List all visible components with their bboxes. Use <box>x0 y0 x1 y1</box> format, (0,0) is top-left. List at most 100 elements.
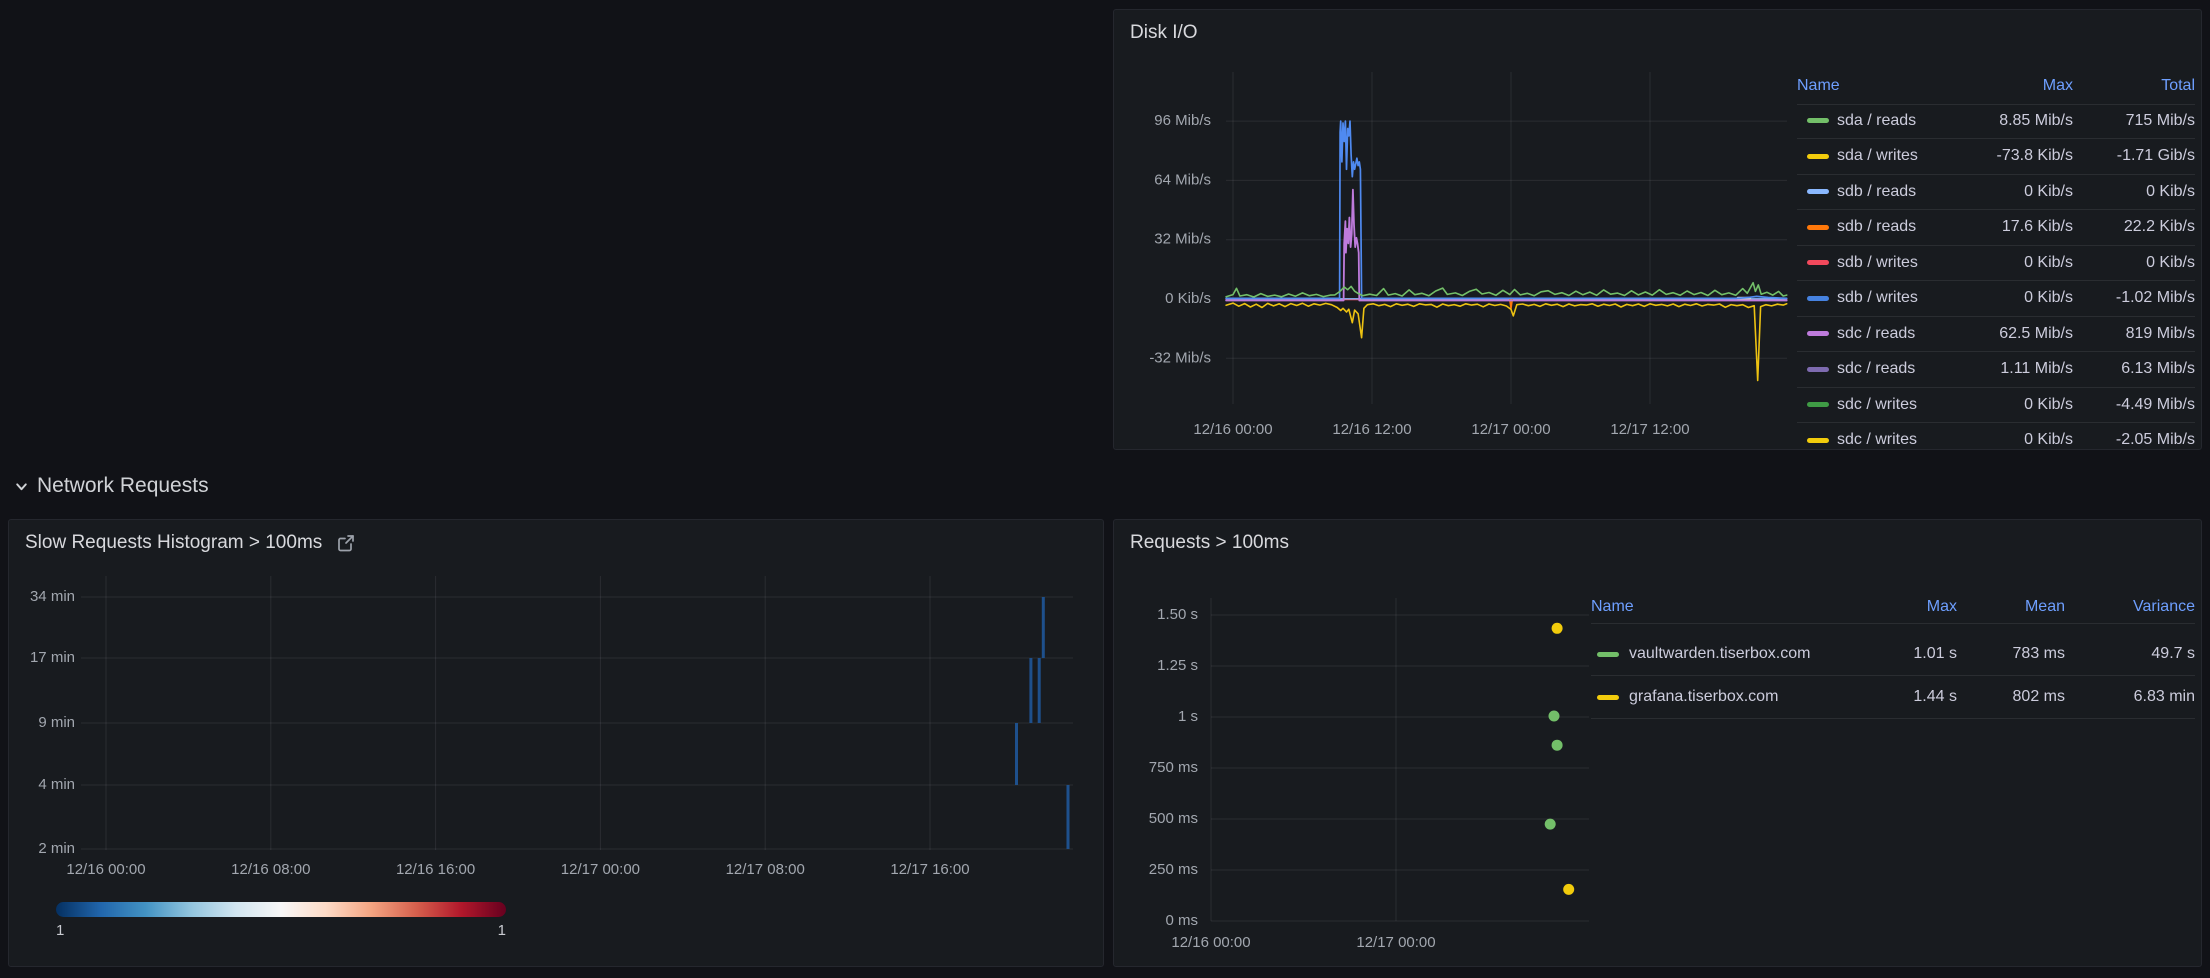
y-axis-label: 34 min <box>30 588 75 605</box>
y-axis-label: 96 Mib/s <box>1154 112 1211 129</box>
legend-value: -2.05 Mib/s <box>2073 423 2195 450</box>
x-axis-label: 12/16 08:00 <box>231 861 310 878</box>
legend-value: -73.8 Kib/s <box>1961 139 2073 175</box>
legend-header-total[interactable]: Total <box>2073 68 2195 105</box>
legend-value: 0 Kib/s <box>2073 175 2195 211</box>
series-color-swatch <box>1597 695 1619 700</box>
grafana-dashboard: Disk I/O 12/16 00:0012/16 12:0012/17 00:… <box>0 0 2210 978</box>
slow-requests-heatmap-chart[interactable]: 12/16 00:0012/16 08:0012/16 16:0012/17 0… <box>9 520 1104 967</box>
y-axis-label: 1.50 s <box>1157 606 1198 623</box>
legend-header-variance[interactable]: Variance <box>2065 590 2195 624</box>
legend-header-max[interactable]: Max <box>1961 68 2073 105</box>
legend-series-name[interactable]: sdb / reads <box>1837 210 1961 246</box>
x-axis-label: 12/17 08:00 <box>726 861 805 878</box>
x-axis-label: 12/16 00:00 <box>1171 934 1250 951</box>
series-color-swatch <box>1807 225 1829 230</box>
legend-series-name[interactable]: sdb / writes <box>1837 281 1961 317</box>
series-color-swatch <box>1807 438 1829 443</box>
heatmap-color-scale <box>56 902 506 917</box>
y-axis-label: 250 ms <box>1149 861 1198 878</box>
legend-value: 783 ms <box>1957 633 2065 676</box>
legend-series-name[interactable]: sdc / writes <box>1837 388 1961 424</box>
series-color-swatch <box>1597 652 1619 657</box>
legend-swatch-cell <box>1797 317 1837 353</box>
legend-header-name[interactable]: Name <box>1591 590 1839 624</box>
series-line <box>1226 190 1787 301</box>
series-color-swatch <box>1807 296 1829 301</box>
legend-value: 0 Kib/s <box>1961 281 2073 317</box>
y-axis-label: -32 Mib/s <box>1149 349 1211 366</box>
scatter-point[interactable] <box>1552 623 1563 634</box>
legend-value: 17.6 Kib/s <box>1961 210 2073 246</box>
panel-requests-100ms: Requests > 100ms 12/16 00:0012/17 00:001… <box>1113 519 2202 967</box>
legend-value: 0 Kib/s <box>1961 388 2073 424</box>
legend-value: 62.5 Mib/s <box>1961 317 2073 353</box>
legend-swatch-cell <box>1797 352 1837 388</box>
legend-swatch-cell <box>1797 423 1837 450</box>
heatmap-color-scale-labels: 1 1 <box>56 922 506 939</box>
legend-header-name[interactable]: Name <box>1797 68 1961 105</box>
legend-swatch-cell <box>1797 175 1837 211</box>
panel-slow-requests-histogram: Slow Requests Histogram > 100ms 12/16 00… <box>8 519 1104 967</box>
legend-series-name[interactable]: sdc / reads <box>1837 317 1961 353</box>
y-axis-label: 0 Kib/s <box>1165 290 1211 307</box>
legend-value: -1.02 Mib/s <box>2073 281 2195 317</box>
section-header-network-requests[interactable]: Network Requests <box>14 474 209 498</box>
legend-series-name[interactable]: grafana.tiserbox.com <box>1629 676 1839 719</box>
legend-swatch-cell <box>1797 210 1837 246</box>
legend-value: 1.44 s <box>1839 676 1957 719</box>
x-axis-label: 12/17 00:00 <box>1356 934 1435 951</box>
disk-io-legend: NameMaxTotal sda / reads8.85 Mib/s715 Mib… <box>1797 68 2195 450</box>
legend-series-name[interactable]: sda / writes <box>1837 139 1961 175</box>
requests-legend: NameMaxMeanVariance vaultwarden.tiserbox.… <box>1591 590 2195 719</box>
scatter-point[interactable] <box>1549 711 1560 722</box>
legend-header-mean[interactable]: Mean <box>1957 590 2065 624</box>
x-axis-label: 12/16 00:00 <box>66 861 145 878</box>
legend-swatch-cell <box>1797 281 1837 317</box>
legend-value: 715 Mib/s <box>2073 104 2195 140</box>
series-color-swatch <box>1807 118 1829 123</box>
legend-series-name[interactable]: sdc / reads <box>1837 352 1961 388</box>
heatmap-cell[interactable] <box>1029 658 1032 723</box>
legend-value: 802 ms <box>1957 676 2065 719</box>
legend-swatch-cell <box>1797 388 1837 424</box>
y-axis-label: 4 min <box>38 776 75 793</box>
heatmap-cell[interactable] <box>1067 785 1070 849</box>
legend-value: -1.71 Gib/s <box>2073 139 2195 175</box>
series-color-swatch <box>1807 189 1829 194</box>
y-axis-label: 9 min <box>38 714 75 731</box>
legend-value: 6.13 Mib/s <box>2073 352 2195 388</box>
scatter-point[interactable] <box>1563 884 1574 895</box>
y-axis-label: 17 min <box>30 649 75 666</box>
legend-value: 819 Mib/s <box>2073 317 2195 353</box>
legend-value: 8.85 Mib/s <box>1961 104 2073 140</box>
legend-series-name[interactable]: sdc / writes <box>1837 423 1961 450</box>
legend-value: 0 Kib/s <box>2073 246 2195 282</box>
x-axis-label: 12/17 16:00 <box>890 861 969 878</box>
x-axis-label: 12/17 12:00 <box>1610 421 1689 438</box>
legend-header-max[interactable]: Max <box>1839 590 1957 624</box>
legend-series-name[interactable]: sdb / reads <box>1837 175 1961 211</box>
series-color-swatch <box>1807 402 1829 407</box>
y-axis-label: 500 ms <box>1149 810 1198 827</box>
heatmap-cell[interactable] <box>1015 723 1018 785</box>
panel-disk-io: Disk I/O 12/16 00:0012/16 12:0012/17 00:… <box>1113 9 2202 450</box>
legend-series-name[interactable]: vaultwarden.tiserbox.com <box>1629 633 1839 676</box>
legend-swatch-cell <box>1797 104 1837 140</box>
requests-scatter-chart[interactable]: 12/16 00:0012/17 00:001.50 s1.25 s1 s750… <box>1114 520 2202 967</box>
heatmap-cell[interactable] <box>1038 658 1041 723</box>
scatter-point[interactable] <box>1552 740 1563 751</box>
heatmap-cell[interactable] <box>1042 597 1045 658</box>
scatter-point[interactable] <box>1545 819 1556 830</box>
scale-max-label: 1 <box>498 922 506 939</box>
legend-value: 0 Kib/s <box>1961 175 2073 211</box>
y-axis-label: 2 min <box>38 840 75 857</box>
x-axis-label: 12/17 00:00 <box>1471 421 1550 438</box>
x-axis-label: 12/16 00:00 <box>1193 421 1272 438</box>
legend-value: 6.83 min <box>2065 676 2195 719</box>
legend-series-name[interactable]: sda / reads <box>1837 104 1961 140</box>
series-line <box>1226 121 1787 298</box>
chevron-down-icon <box>14 479 29 494</box>
series-color-swatch <box>1807 260 1829 265</box>
legend-series-name[interactable]: sdb / writes <box>1837 246 1961 282</box>
